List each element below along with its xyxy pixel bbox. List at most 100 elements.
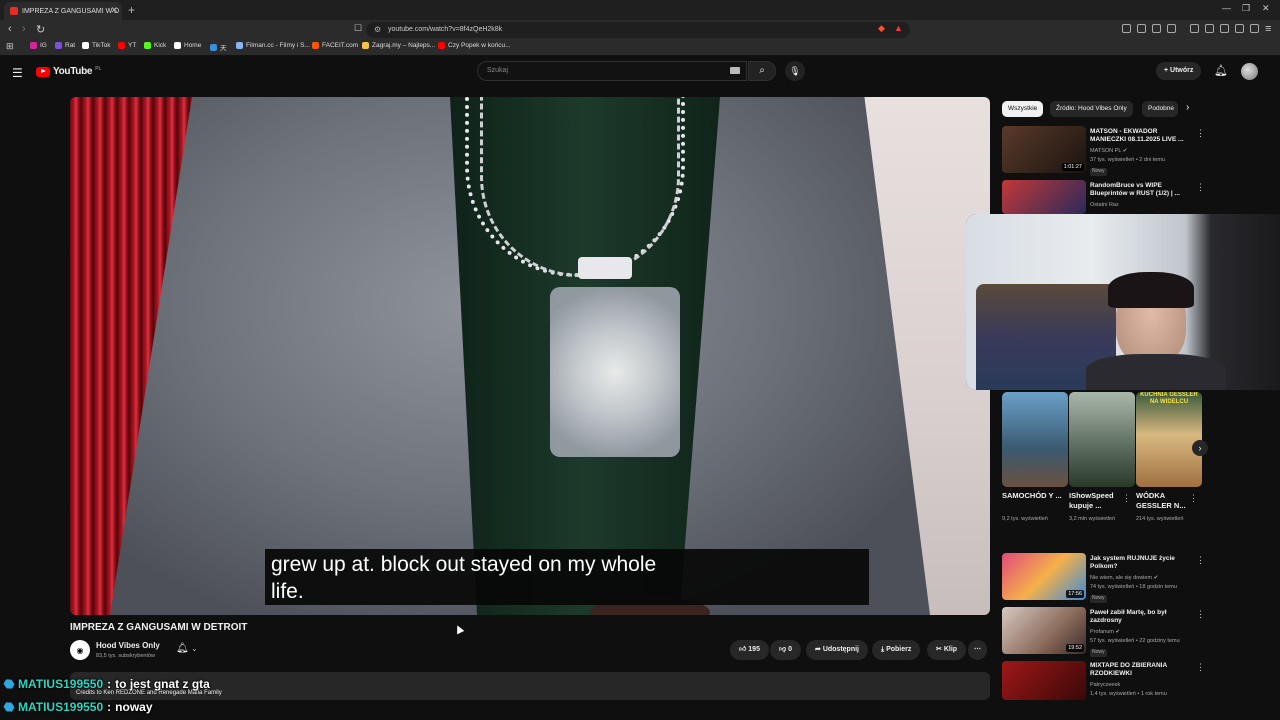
more-options-icon[interactable]: ⋮ — [1196, 182, 1205, 193]
like-count: 195 — [748, 646, 760, 653]
brave-shield-icon[interactable]: ◆ — [878, 23, 885, 34]
like-button[interactable]: 👍︎ 195 — [730, 640, 769, 660]
duration-badge: 19:52 — [1066, 644, 1084, 652]
bookmark-icon[interactable]: ☐ — [354, 23, 362, 34]
download-button[interactable]: ⤓ Pobierz — [872, 640, 921, 660]
avatar[interactable] — [1241, 63, 1258, 80]
voice-search-button[interactable]: 🎙 — [785, 61, 805, 81]
rec-title[interactable]: MIXTAPE DO ZBIERANIA RZODKIEWKI — [1090, 662, 1188, 678]
rec-title[interactable]: Jak system RUJNUJE życie Polkom? — [1090, 555, 1188, 571]
back-icon[interactable]: ‹ — [8, 23, 12, 35]
new-tab-icon[interactable]: + — [128, 3, 135, 17]
chip-similar[interactable]: Podobne — [1142, 101, 1178, 117]
brave-rewards-icon[interactable]: ▲ — [894, 23, 903, 33]
more-options-icon[interactable]: ⋮ — [1196, 662, 1205, 673]
short-thumbnail[interactable]: KUCHNIA GESSLER NA WIDELCU — [1136, 392, 1202, 487]
extension-icon[interactable] — [1235, 24, 1244, 33]
chat-badge-icon — [2, 700, 16, 714]
clip-button[interactable]: ✂ Klip — [927, 640, 967, 660]
share-icon: ➦ — [815, 646, 821, 653]
bookmark-item[interactable]: YT — [118, 42, 136, 49]
search-icon: ⌕ — [759, 65, 765, 76]
extension-icon[interactable] — [1137, 24, 1146, 33]
rec-thumbnail[interactable] — [1002, 180, 1086, 214]
subscribe-bell-button[interactable]: 🔔︎ ⌄ — [176, 643, 197, 654]
extension-icon[interactable] — [1220, 24, 1229, 33]
bookmark-label: FACEIT.com — [322, 42, 359, 49]
video-player[interactable]: grew up at. block out stayed on my whole… — [70, 97, 990, 615]
bookmark-item[interactable]: Zagraj.my – Najleps... — [362, 42, 435, 49]
dislike-button[interactable]: 👎︎ 0 — [770, 640, 801, 660]
short-title[interactable]: SAMOCHÓD Y ... — [1002, 491, 1062, 501]
more-options-icon[interactable]: ⋮ — [1196, 609, 1205, 620]
share-button[interactable]: ➦ Udostępnij — [806, 640, 868, 660]
more-options-icon[interactable]: ⋮ — [1196, 555, 1205, 566]
chip-source[interactable]: Źródło: Hood Vibes Only — [1050, 101, 1133, 117]
youtube-logo[interactable]: YouTube PL — [36, 66, 101, 77]
reload-icon[interactable]: ↻ — [36, 23, 45, 36]
notifications-bell-icon[interactable]: 🔔︎ — [1214, 64, 1228, 77]
webcam-hair — [1108, 272, 1194, 308]
duration-badge: 1:01:27 — [1061, 163, 1084, 171]
search-button[interactable]: ⌕ — [748, 61, 776, 81]
search-input[interactable]: Szukaj — [477, 61, 747, 81]
bookmark-label: Rat — [65, 42, 76, 49]
chip-all[interactable]: Wszystkie — [1002, 101, 1044, 117]
more-dots-icon: ⋯ — [974, 646, 981, 653]
extension-icon[interactable] — [1122, 24, 1131, 33]
sidebar-icon[interactable] — [1205, 24, 1214, 33]
keyboard-icon[interactable] — [730, 67, 740, 74]
chevron-down-icon: ⌄ — [191, 646, 198, 653]
thumbs-down-icon: 👎︎ — [779, 646, 787, 653]
rec-thumbnail[interactable]: 1:01:27 — [1002, 126, 1086, 173]
more-options-icon[interactable]: ⋮ — [1189, 493, 1198, 504]
shorts-next-button[interactable]: › — [1192, 440, 1208, 456]
vpn-icon[interactable] — [1250, 24, 1259, 33]
youtube-header: ☰ YouTube PL Szukaj ⌕ 🎙 + Utwórz 🔔︎ — [0, 57, 1280, 87]
bookmark-favicon-icon — [82, 42, 89, 49]
chat-separator: : — [107, 677, 112, 691]
rec-thumbnail[interactable] — [1002, 661, 1086, 700]
bookmark-favicon-icon — [30, 42, 37, 49]
bookmark-label: Czy Popek w końcu... — [448, 42, 511, 49]
bookmark-item[interactable]: 天 — [210, 42, 227, 52]
extension-icon[interactable] — [1167, 24, 1176, 33]
apps-grid-icon[interactable]: ⊞ — [6, 41, 14, 52]
short-thumbnail[interactable] — [1069, 392, 1135, 487]
forward-icon[interactable]: › — [22, 23, 26, 35]
rec-thumbnail[interactable]: 19:52 — [1002, 607, 1086, 654]
channel-name[interactable]: Hood Vibes Only — [96, 641, 160, 650]
rec-thumbnail[interactable]: 17:56 — [1002, 553, 1086, 600]
channel-avatar[interactable]: ◉ — [70, 640, 90, 660]
browser-tab[interactable]: IMPREZA Z GANGUSAMI W D ✕ — [4, 2, 122, 20]
hamburger-menu-icon[interactable]: ☰ — [12, 66, 23, 80]
menu-icon[interactable]: ≡ — [1265, 23, 1271, 35]
rec-title[interactable]: MATSON - EKWADOR MANIECZKI 08.11.2025 LI… — [1090, 128, 1188, 144]
bookmark-item[interactable]: TikTok — [82, 42, 111, 49]
short-title[interactable]: WÓDKA GESSLER N... — [1136, 491, 1196, 511]
more-options-icon[interactable]: ⋮ — [1122, 493, 1131, 504]
create-button[interactable]: + Utwórz — [1156, 62, 1202, 80]
bookmark-item[interactable]: Rat — [55, 42, 75, 49]
minimize-icon[interactable]: — — [1222, 3, 1231, 13]
bookmark-item[interactable]: FACEIT.com — [312, 42, 358, 49]
bookmark-item[interactable]: Filman.cc - Filmy i S... — [236, 42, 310, 49]
rec-title[interactable]: RandomBruce vs WIPE Blueprintów w RUST (… — [1090, 182, 1188, 198]
close-tab-icon[interactable]: ✕ — [110, 5, 118, 16]
short-title[interactable]: IShowSpeed kupuje ... — [1069, 491, 1129, 511]
more-options-icon[interactable]: ⋮ — [1196, 128, 1205, 139]
bookmark-item[interactable]: Czy Popek w końcu... — [438, 42, 511, 49]
site-info-icon[interactable]: ⚙ — [374, 22, 381, 38]
url-field[interactable]: ⚙ youtube.com/watch?v=8f4zQeH2k8k — [366, 22, 910, 38]
bookmark-item[interactable]: IG — [30, 42, 47, 49]
close-window-icon[interactable]: ✕ — [1262, 3, 1270, 14]
bookmark-item[interactable]: Home — [174, 42, 201, 49]
restore-icon[interactable]: ❐ — [1242, 3, 1250, 14]
puzzle-icon[interactable] — [1152, 24, 1161, 33]
chevron-right-icon[interactable]: › — [1186, 102, 1189, 113]
more-actions-button[interactable]: ⋯ — [968, 640, 987, 660]
bookmark-item[interactable]: Kick — [144, 42, 166, 49]
music-icon[interactable] — [1190, 24, 1199, 33]
rec-title[interactable]: Paweł zabił Martę, bo był zazdrosny — [1090, 609, 1188, 625]
short-thumbnail[interactable] — [1002, 392, 1068, 487]
